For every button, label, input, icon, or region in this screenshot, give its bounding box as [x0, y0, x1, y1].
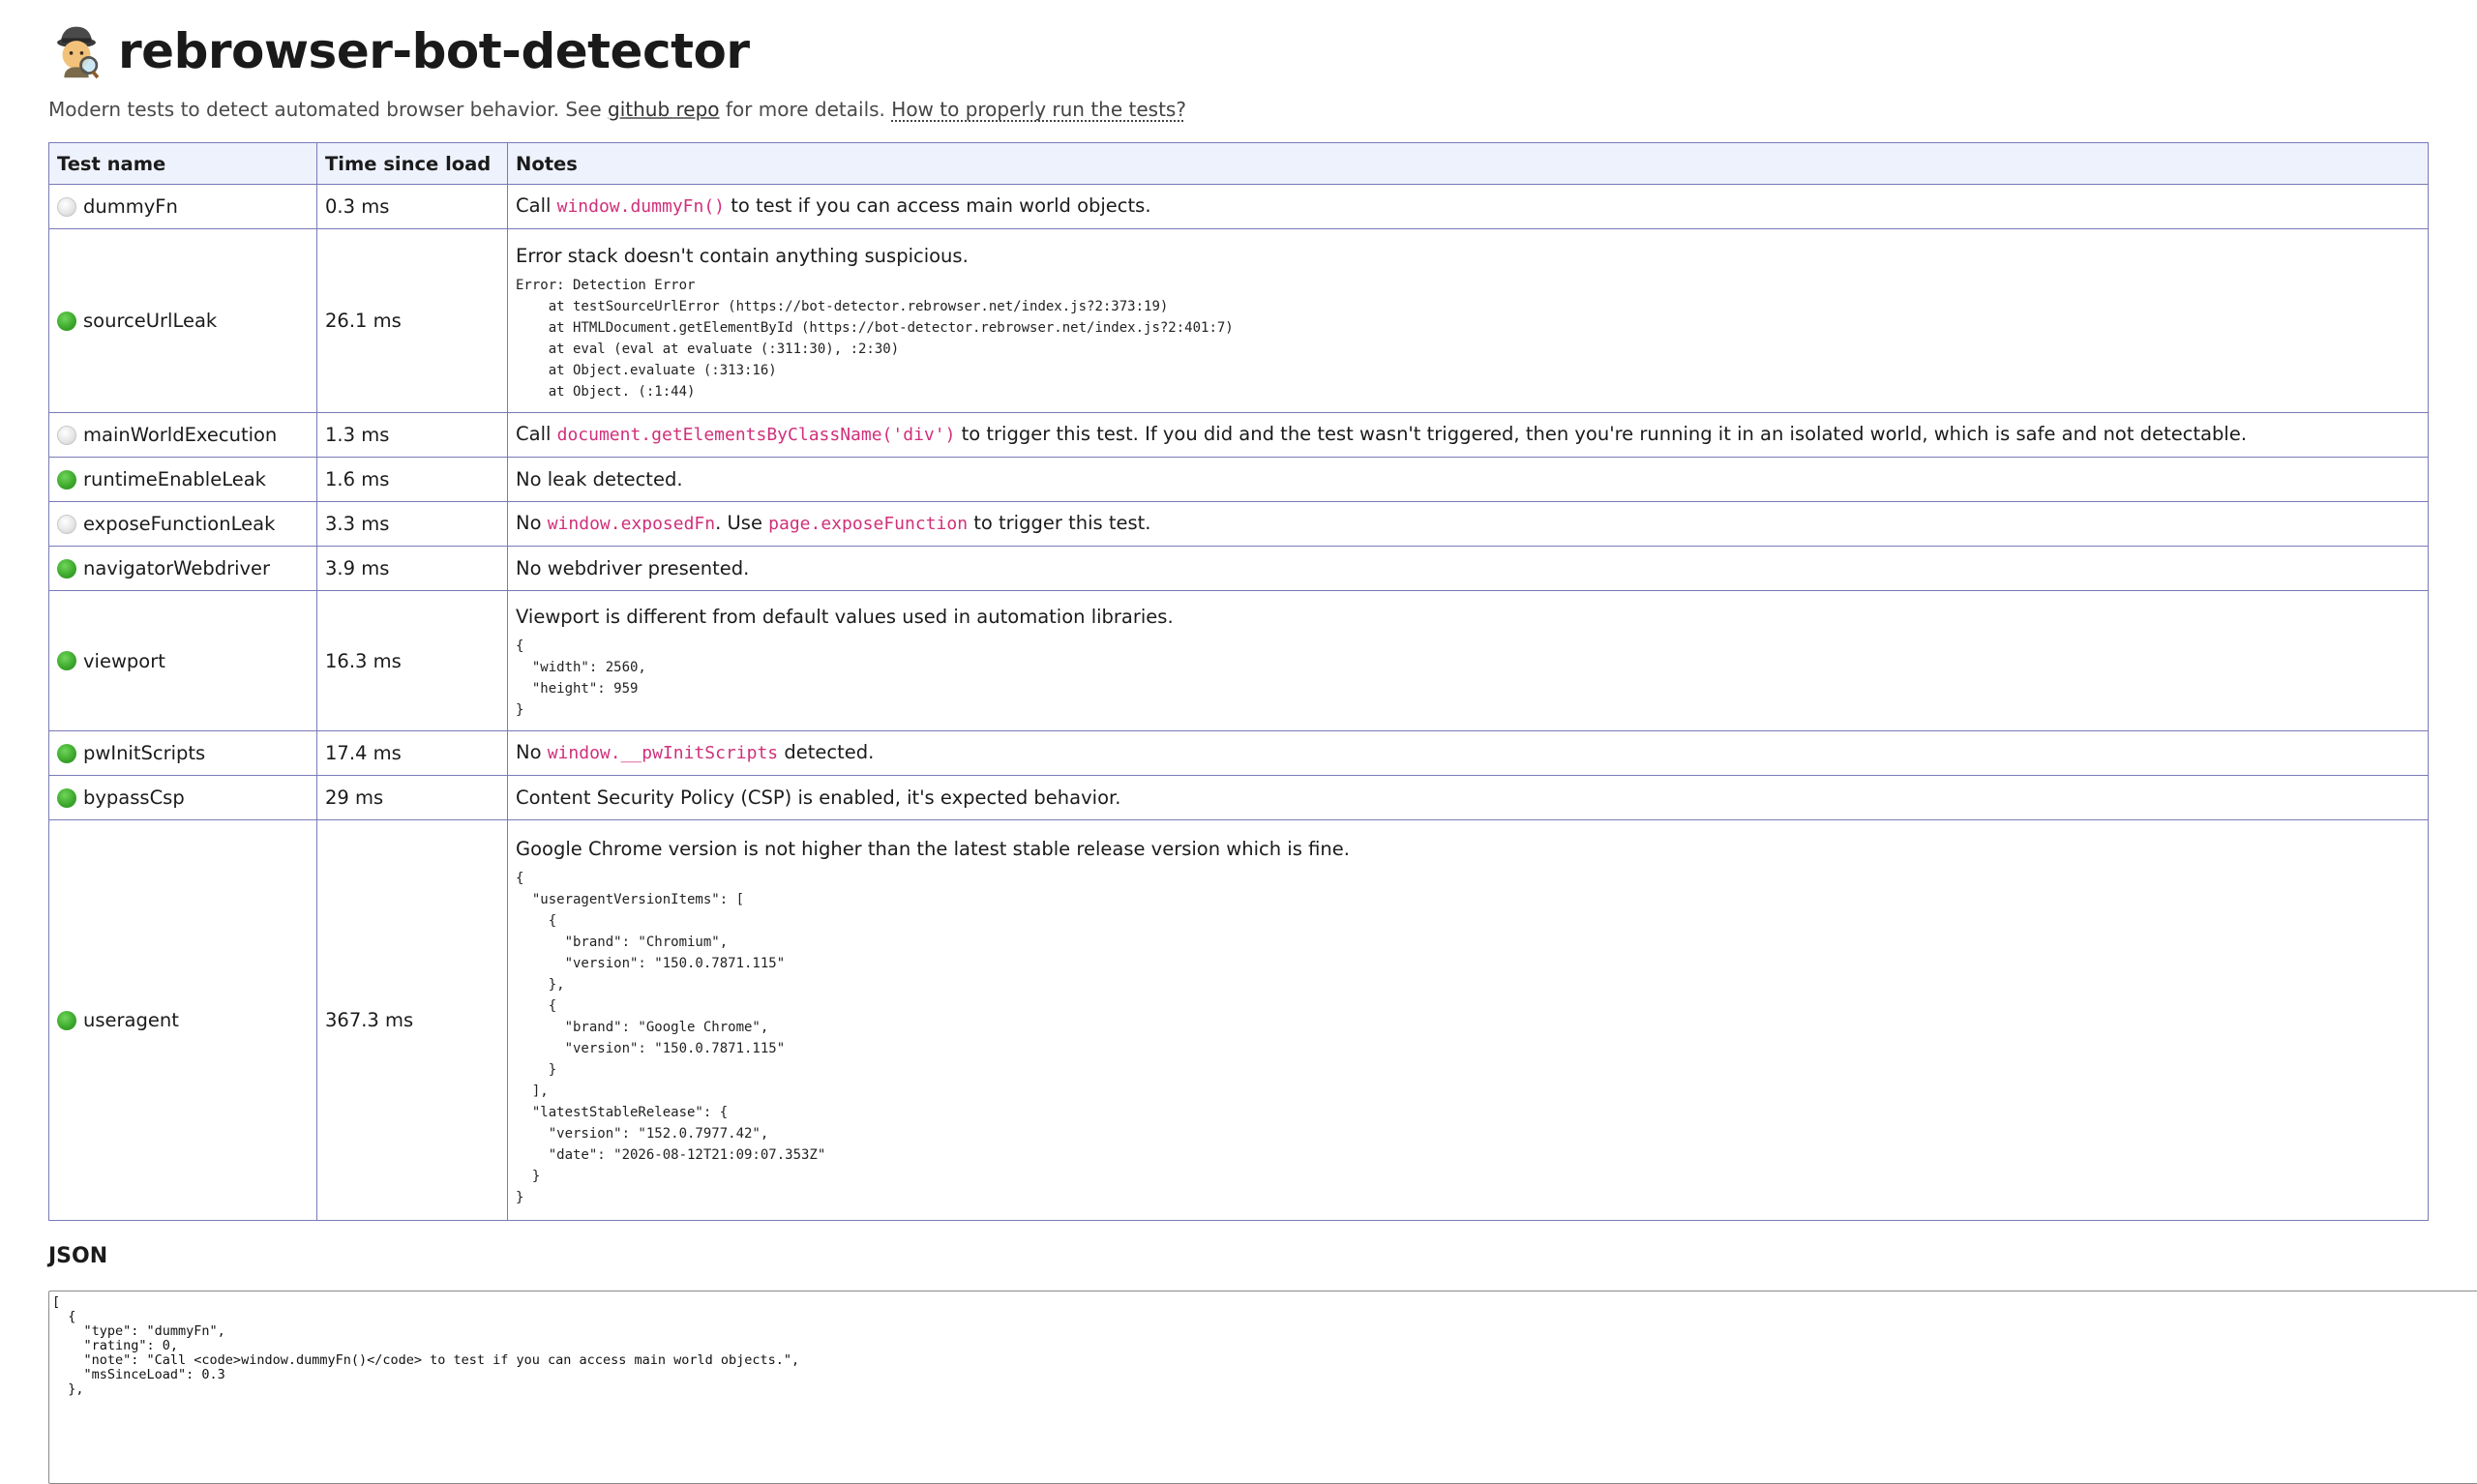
- github-repo-link[interactable]: github repo: [608, 98, 720, 121]
- note-text: Google Chrome version is not higher than…: [516, 837, 1350, 860]
- page-title: rebrowser-bot-detector: [48, 17, 2429, 85]
- test-name-cell: runtimeEnableLeak: [48, 457, 317, 502]
- subtitle-text-middle: for more details.: [719, 98, 892, 121]
- notes-cell: Call window.dummyFn() to test if you can…: [507, 184, 2429, 229]
- app-title: rebrowser-bot-detector: [118, 23, 750, 79]
- table-header-row: Test name Time since load Notes: [48, 142, 2429, 185]
- viewport-json-block: { "width": 2560, "height": 959 }: [516, 638, 646, 718]
- status-pass-icon: [57, 558, 76, 579]
- time-cell: 1.6 ms: [316, 457, 508, 502]
- subtitle-text: Modern tests to detect automated browser…: [48, 98, 609, 121]
- note-code: window.__pwInitScripts: [547, 743, 779, 763]
- test-name: bypassCsp: [83, 787, 185, 809]
- note-text: No: [516, 512, 548, 534]
- json-output-content: [ { "type": "dummyFn", "rating": 0, "not…: [52, 1294, 800, 1397]
- time-cell: 16.3 ms: [316, 590, 508, 731]
- time-cell: 17.4 ms: [316, 730, 508, 776]
- test-name: useragent: [83, 1009, 179, 1031]
- time-cell: 3.3 ms: [316, 501, 508, 547]
- table-row: viewport 16.3 ms Viewport is different f…: [48, 590, 2429, 731]
- time-cell: 367.3 ms: [316, 819, 508, 1221]
- json-output-textarea[interactable]: [ { "type": "dummyFn", "rating": 0, "not…: [48, 1291, 2477, 1484]
- table-row: runtimeEnableLeak 1.6 ms No leak detecte…: [48, 457, 2429, 502]
- notes-cell: Content Security Policy (CSP) is enabled…: [507, 775, 2429, 820]
- table-row: mainWorldExecution 1.3 ms Call document.…: [48, 412, 2429, 458]
- test-name-cell: viewport: [48, 590, 317, 731]
- page: rebrowser-bot-detector Modern tests to d…: [48, 17, 2477, 1484]
- note-text: detected.: [778, 741, 875, 763]
- status-pass-icon: [57, 1010, 76, 1030]
- test-name: runtimeEnableLeak: [83, 468, 266, 490]
- table-row: exposeFunctionLeak 3.3 ms No window.expo…: [48, 501, 2429, 547]
- time-cell: 26.1 ms: [316, 228, 508, 413]
- test-name-cell: bypassCsp: [48, 775, 317, 820]
- test-name-cell: useragent: [48, 819, 317, 1221]
- note-text: Call: [516, 423, 557, 445]
- table-row: pwInitScripts 17.4 ms No window.__pwInit…: [48, 730, 2429, 776]
- detective-icon: [57, 26, 100, 79]
- note-text: to trigger this test.: [968, 512, 1151, 534]
- status-neutral-icon: [57, 514, 76, 534]
- status-pass-icon: [57, 469, 76, 490]
- column-header-time: Time since load: [316, 142, 508, 185]
- note-text: Error stack doesn't contain anything sus…: [516, 244, 969, 267]
- json-section-heading: JSON: [48, 1244, 108, 1268]
- test-name-cell: mainWorldExecution: [48, 412, 317, 458]
- test-name: pwInitScripts: [83, 742, 206, 764]
- subtitle: Modern tests to detect automated browser…: [48, 95, 2429, 124]
- test-name: dummyFn: [83, 195, 178, 218]
- note-text: to trigger this test. If you did and the…: [955, 423, 2248, 445]
- notes-cell: Error stack doesn't contain anything sus…: [507, 228, 2429, 413]
- notes-cell: No webdriver presented.: [507, 546, 2429, 591]
- time-cell: 3.9 ms: [316, 546, 508, 591]
- note-code: document.getElementsByClassName('div'): [556, 425, 956, 445]
- table-row: sourceUrlLeak 26.1 ms Error stack doesn'…: [48, 228, 2429, 413]
- status-pass-icon: [57, 651, 76, 670]
- time-cell: 1.3 ms: [316, 412, 508, 458]
- time-cell: 29 ms: [316, 775, 508, 820]
- test-name: sourceUrlLeak: [83, 310, 218, 332]
- notes-cell: Viewport is different from default value…: [507, 590, 2429, 731]
- useragent-json-block: { "useragentVersionItems": [ { "brand": …: [516, 870, 826, 1205]
- table-row: bypassCsp 29 ms Content Security Policy …: [48, 775, 2429, 820]
- notes-cell: No window.__pwInitScripts detected.: [507, 730, 2429, 776]
- note-text: Viewport is different from default value…: [516, 606, 1174, 628]
- note-code: window.dummyFn(): [556, 196, 725, 217]
- test-name-cell: pwInitScripts: [48, 730, 317, 776]
- notes-cell: Call document.getElementsByClassName('di…: [507, 412, 2429, 458]
- test-name: exposeFunctionLeak: [83, 513, 276, 535]
- status-neutral-icon: [57, 196, 76, 217]
- results-table: Test name Time since load Notes dummyFn …: [48, 142, 2429, 1221]
- column-header-test-name: Test name: [48, 142, 317, 185]
- test-name-cell: exposeFunctionLeak: [48, 501, 317, 547]
- test-name-cell: sourceUrlLeak: [48, 228, 317, 413]
- time-cell: 0.3 ms: [316, 184, 508, 229]
- notes-cell: No leak detected.: [507, 457, 2429, 502]
- column-header-notes: Notes: [507, 142, 2429, 185]
- test-name: mainWorldExecution: [83, 424, 278, 446]
- note-text: No: [516, 741, 548, 763]
- status-pass-icon: [57, 787, 76, 808]
- test-name-cell: dummyFn: [48, 184, 317, 229]
- table-row: dummyFn 0.3 ms Call window.dummyFn() to …: [48, 184, 2429, 229]
- test-name: viewport: [83, 649, 165, 672]
- table-row: useragent 367.3 ms Google Chrome version…: [48, 819, 2429, 1221]
- note-code: window.exposedFn: [547, 514, 716, 534]
- error-stack-block: Error: Detection Error at testSourceUrlE…: [516, 277, 1234, 400]
- note-text: Call: [516, 194, 557, 217]
- how-to-run-link[interactable]: How to properly run the tests?: [891, 98, 1186, 121]
- note-text: to test if you can access main world obj…: [725, 194, 1151, 217]
- note-text: . Use: [715, 512, 769, 534]
- notes-cell: Google Chrome version is not higher than…: [507, 819, 2429, 1221]
- notes-cell: No window.exposedFn. Use page.exposeFunc…: [507, 501, 2429, 547]
- note-code: page.exposeFunction: [768, 514, 969, 534]
- test-name-cell: navigatorWebdriver: [48, 546, 317, 591]
- status-neutral-icon: [57, 425, 76, 445]
- test-name: navigatorWebdriver: [83, 557, 271, 579]
- status-pass-icon: [57, 311, 76, 331]
- table-row: navigatorWebdriver 3.9 ms No webdriver p…: [48, 546, 2429, 591]
- status-pass-icon: [57, 743, 76, 763]
